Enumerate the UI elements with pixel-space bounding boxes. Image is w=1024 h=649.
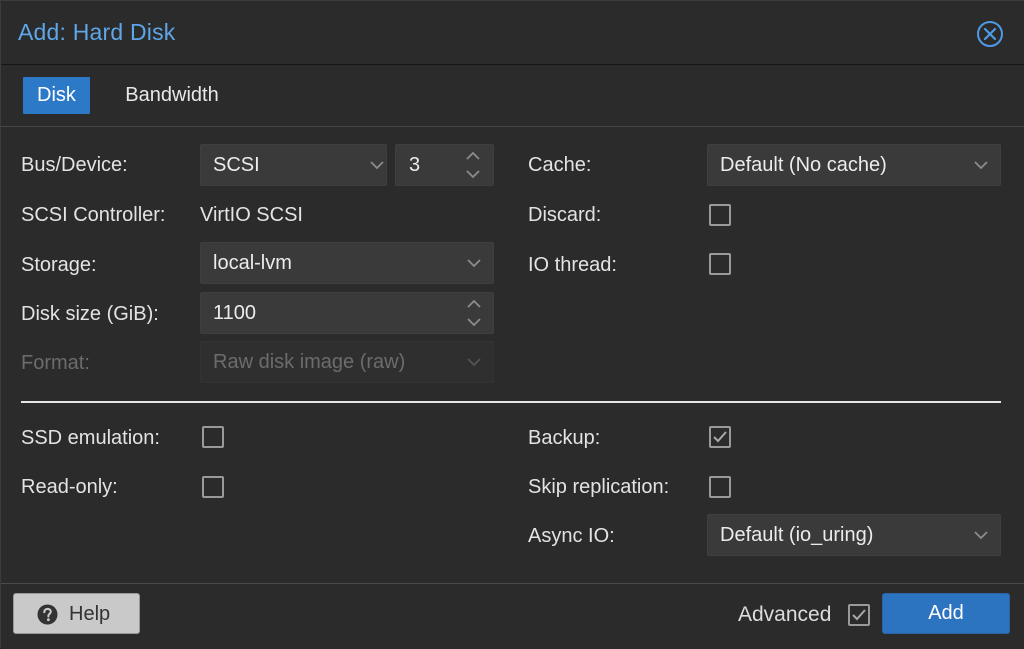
close-icon[interactable] [976, 20, 1004, 48]
async-io-label: Async IO: [528, 525, 615, 547]
skip-replication-checkbox[interactable] [709, 476, 731, 498]
help-button-label: Help [69, 603, 111, 625]
cache-select-value: Default (No cache) [720, 154, 887, 176]
chevron-down-icon [467, 358, 481, 367]
disk-form: Bus/Device: SCSI 3 SCSI Controller: Virt… [1, 127, 1024, 583]
chevron-down-icon [467, 259, 481, 268]
disk-size-value: 1100 [213, 302, 257, 324]
format-select-value: Raw disk image (raw) [213, 351, 406, 373]
scsi-controller-value: VirtIO SCSI [200, 204, 303, 226]
skip-replication-label: Skip replication: [528, 476, 670, 498]
format-select: Raw disk image (raw) [200, 341, 494, 383]
disk-size-input[interactable]: 1100 [200, 292, 494, 334]
tab-bar: Disk Bandwidth [1, 65, 1024, 127]
add-button[interactable]: Add [882, 593, 1010, 634]
dialog-titlebar: Add: Hard Disk [1, 1, 1024, 65]
spinner-arrows-icon[interactable] [465, 298, 483, 328]
cache-select[interactable]: Default (No cache) [707, 144, 1001, 186]
backup-checkbox[interactable] [709, 426, 731, 448]
ssd-emulation-label: SSD emulation: [21, 427, 160, 449]
device-number-spinner[interactable]: 3 [395, 144, 494, 186]
scsi-controller-label: SCSI Controller: [21, 204, 166, 226]
chevron-down-icon [974, 161, 988, 170]
bus-select-value: SCSI [213, 154, 260, 176]
help-button[interactable]: Help [13, 593, 140, 634]
tab-bandwidth[interactable]: Bandwidth [109, 77, 235, 114]
dialog-title: Add: Hard Disk [18, 19, 176, 45]
storage-select-value: local-lvm [213, 252, 292, 274]
ssd-emulation-checkbox[interactable] [202, 426, 224, 448]
read-only-label: Read-only: [21, 476, 118, 498]
advanced-checkbox[interactable] [848, 604, 870, 626]
async-io-select[interactable]: Default (io_uring) [707, 514, 1001, 556]
tab-disk[interactable]: Disk [23, 77, 90, 114]
discard-label: Discard: [528, 204, 602, 226]
dialog-footer: Help Advanced Add [1, 583, 1024, 649]
io-thread-label: IO thread: [528, 254, 617, 276]
storage-select[interactable]: local-lvm [200, 242, 494, 284]
discard-checkbox[interactable] [709, 204, 731, 226]
checkmark-icon [852, 609, 866, 621]
add-hard-disk-dialog: Add: Hard Disk Disk Bandwidth Bus/Device… [0, 0, 1024, 649]
async-io-select-value: Default (io_uring) [720, 524, 874, 546]
io-thread-checkbox[interactable] [709, 253, 731, 275]
disk-size-label: Disk size (GiB): [21, 303, 159, 325]
cache-label: Cache: [528, 154, 592, 176]
format-label: Format: [21, 352, 90, 374]
storage-label: Storage: [21, 254, 97, 276]
advanced-divider [21, 401, 1001, 403]
read-only-checkbox[interactable] [202, 476, 224, 498]
bus-select[interactable]: SCSI [200, 144, 387, 186]
backup-label: Backup: [528, 427, 601, 449]
spinner-arrows-icon[interactable] [464, 150, 482, 180]
chevron-down-icon [370, 161, 384, 170]
bus-device-label: Bus/Device: [21, 154, 128, 176]
device-number-value: 3 [409, 154, 421, 176]
checkmark-icon [713, 431, 727, 443]
question-circle-icon [37, 604, 58, 625]
chevron-down-icon [974, 531, 988, 540]
advanced-label: Advanced [738, 603, 832, 626]
